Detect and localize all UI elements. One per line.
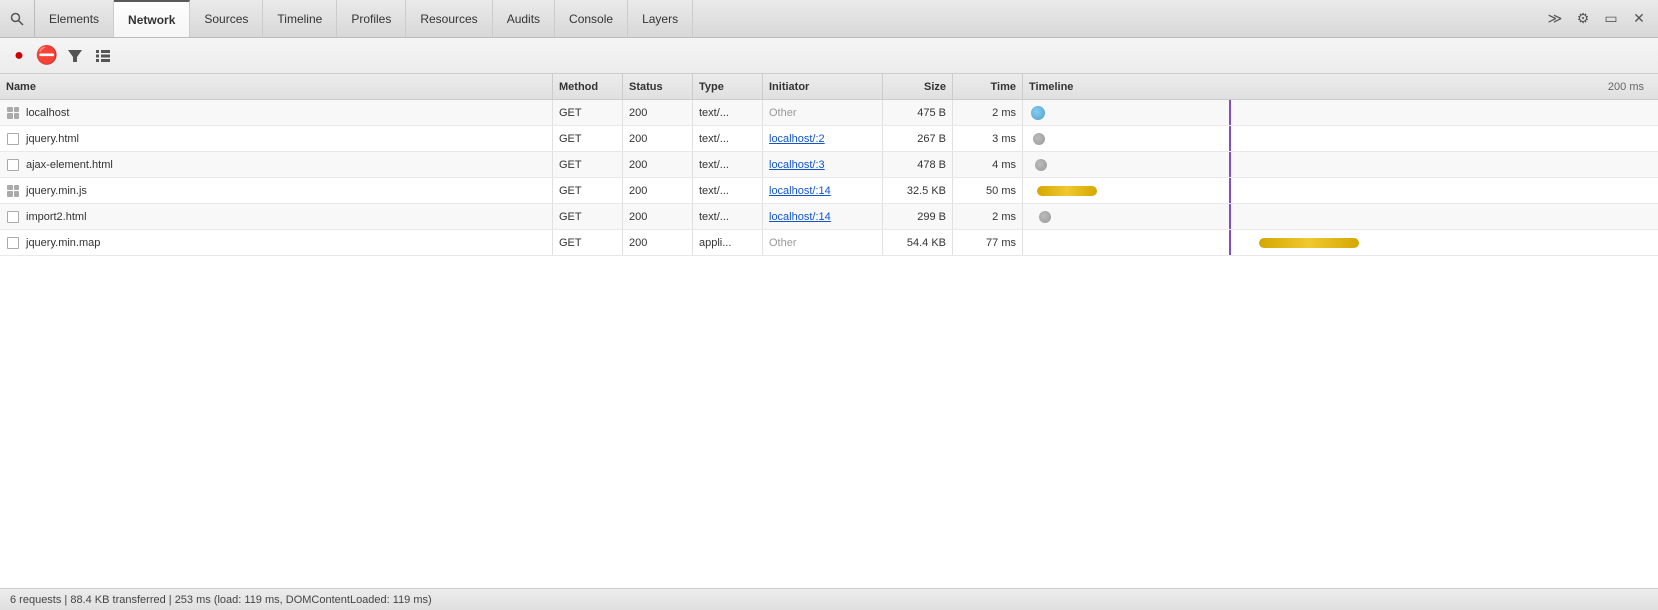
cell-timeline bbox=[1023, 204, 1658, 229]
col-header-status[interactable]: Status bbox=[623, 74, 693, 99]
sub-toolbar: ● ⛔ bbox=[0, 38, 1658, 74]
table-row[interactable]: jquery.min.map GET 200 appli... Other 54… bbox=[0, 230, 1658, 256]
toolbar: Elements Network Sources Timeline Profil… bbox=[0, 0, 1658, 38]
search-button[interactable] bbox=[0, 0, 35, 37]
table-row[interactable]: jquery.html GET 200 text/... localhost/:… bbox=[0, 126, 1658, 152]
cell-status: 200 bbox=[623, 178, 693, 203]
col-header-initiator[interactable]: Initiator bbox=[763, 74, 883, 99]
file-icon bbox=[6, 158, 20, 172]
cell-status: 200 bbox=[623, 204, 693, 229]
table-header: Name Method Status Type Initiator Size T… bbox=[0, 74, 1658, 100]
tab-audits[interactable]: Audits bbox=[493, 0, 555, 37]
tab-network[interactable]: Network bbox=[114, 0, 190, 37]
cell-initiator: Other bbox=[763, 230, 883, 255]
tab-console[interactable]: Console bbox=[555, 0, 628, 37]
cell-timeline bbox=[1023, 152, 1658, 177]
table-row[interactable]: ajax-element.html GET 200 text/... local… bbox=[0, 152, 1658, 178]
file-icon bbox=[6, 184, 20, 198]
cell-type: text/... bbox=[693, 178, 763, 203]
table-row[interactable]: localhost GET 200 text/... Other 475 B 2… bbox=[0, 100, 1658, 126]
toolbar-right-buttons: ≫ ⚙ ▭ ✕ bbox=[1536, 0, 1658, 37]
record-button[interactable]: ● bbox=[8, 45, 30, 67]
network-table-container: Name Method Status Type Initiator Size T… bbox=[0, 74, 1658, 588]
cell-size: 54.4 KB bbox=[883, 230, 953, 255]
cell-size: 475 B bbox=[883, 100, 953, 125]
table-body: localhost GET 200 text/... Other 475 B 2… bbox=[0, 100, 1658, 588]
cell-time: 2 ms bbox=[953, 100, 1023, 125]
settings-button[interactable]: ⚙ bbox=[1572, 8, 1594, 30]
tab-elements[interactable]: Elements bbox=[35, 0, 114, 37]
status-bar: 6 requests | 88.4 KB transferred | 253 m… bbox=[0, 588, 1658, 610]
cell-name: jquery.html bbox=[0, 126, 553, 151]
cell-time: 50 ms bbox=[953, 178, 1023, 203]
table-row[interactable]: jquery.min.js GET 200 text/... localhost… bbox=[0, 178, 1658, 204]
cell-time: 2 ms bbox=[953, 204, 1023, 229]
list-icon bbox=[95, 48, 111, 64]
col-header-name[interactable]: Name bbox=[0, 74, 553, 99]
cell-initiator[interactable]: localhost/:3 bbox=[763, 152, 883, 177]
cell-size: 32.5 KB bbox=[883, 178, 953, 203]
cell-type: text/... bbox=[693, 100, 763, 125]
cell-initiator[interactable]: localhost/:2 bbox=[763, 126, 883, 151]
cell-time: 3 ms bbox=[953, 126, 1023, 151]
cell-status: 200 bbox=[623, 126, 693, 151]
tab-list: Elements Network Sources Timeline Profil… bbox=[35, 0, 1536, 37]
cell-type: text/... bbox=[693, 204, 763, 229]
filter-icon bbox=[67, 48, 83, 64]
cell-time: 77 ms bbox=[953, 230, 1023, 255]
tab-resources[interactable]: Resources bbox=[406, 0, 492, 37]
cell-timeline bbox=[1023, 100, 1658, 125]
cell-name: jquery.min.map bbox=[0, 230, 553, 255]
filter-button[interactable] bbox=[64, 45, 86, 67]
col-header-method[interactable]: Method bbox=[553, 74, 623, 99]
col-header-type[interactable]: Type bbox=[693, 74, 763, 99]
table-row[interactable]: import2.html GET 200 text/... localhost/… bbox=[0, 204, 1658, 230]
tab-profiles[interactable]: Profiles bbox=[337, 0, 406, 37]
search-icon bbox=[10, 12, 24, 26]
cell-name: jquery.min.js bbox=[0, 178, 553, 203]
cell-method: GET bbox=[553, 204, 623, 229]
timeline-ms-label: 200 ms bbox=[1608, 81, 1652, 93]
cell-initiator[interactable]: localhost/:14 bbox=[763, 204, 883, 229]
file-icon bbox=[6, 106, 20, 120]
cell-size: 299 B bbox=[883, 204, 953, 229]
cell-size: 267 B bbox=[883, 126, 953, 151]
cell-method: GET bbox=[553, 126, 623, 151]
cell-timeline bbox=[1023, 126, 1658, 151]
tab-layers[interactable]: Layers bbox=[628, 0, 693, 37]
tab-timeline[interactable]: Timeline bbox=[263, 0, 337, 37]
cell-status: 200 bbox=[623, 100, 693, 125]
cell-method: GET bbox=[553, 152, 623, 177]
file-icon bbox=[6, 132, 20, 146]
cell-method: GET bbox=[553, 230, 623, 255]
cell-name: ajax-element.html bbox=[0, 152, 553, 177]
col-header-size[interactable]: Size bbox=[883, 74, 953, 99]
file-icon bbox=[6, 236, 20, 250]
clear-button[interactable]: ⛔ bbox=[36, 45, 58, 67]
dock-button[interactable]: ▭ bbox=[1600, 8, 1622, 30]
status-text: 6 requests | 88.4 KB transferred | 253 m… bbox=[10, 594, 432, 606]
execute-script-button[interactable]: ≫ bbox=[1544, 8, 1566, 30]
cell-initiator: Other bbox=[763, 100, 883, 125]
cell-status: 200 bbox=[623, 152, 693, 177]
file-icon bbox=[6, 210, 20, 224]
cell-name: localhost bbox=[0, 100, 553, 125]
cell-timeline bbox=[1023, 230, 1658, 255]
col-header-time[interactable]: Time bbox=[953, 74, 1023, 99]
cell-name: import2.html bbox=[0, 204, 553, 229]
close-button[interactable]: ✕ bbox=[1628, 8, 1650, 30]
cell-size: 478 B bbox=[883, 152, 953, 177]
list-view-button[interactable] bbox=[92, 45, 114, 67]
cell-method: GET bbox=[553, 178, 623, 203]
tab-sources[interactable]: Sources bbox=[190, 0, 263, 37]
cell-type: appli... bbox=[693, 230, 763, 255]
cell-status: 200 bbox=[623, 230, 693, 255]
cell-timeline bbox=[1023, 178, 1658, 203]
cell-method: GET bbox=[553, 100, 623, 125]
cell-type: text/... bbox=[693, 152, 763, 177]
cell-initiator[interactable]: localhost/:14 bbox=[763, 178, 883, 203]
cell-type: text/... bbox=[693, 126, 763, 151]
col-header-timeline[interactable]: Timeline 200 ms bbox=[1023, 74, 1658, 99]
cell-time: 4 ms bbox=[953, 152, 1023, 177]
